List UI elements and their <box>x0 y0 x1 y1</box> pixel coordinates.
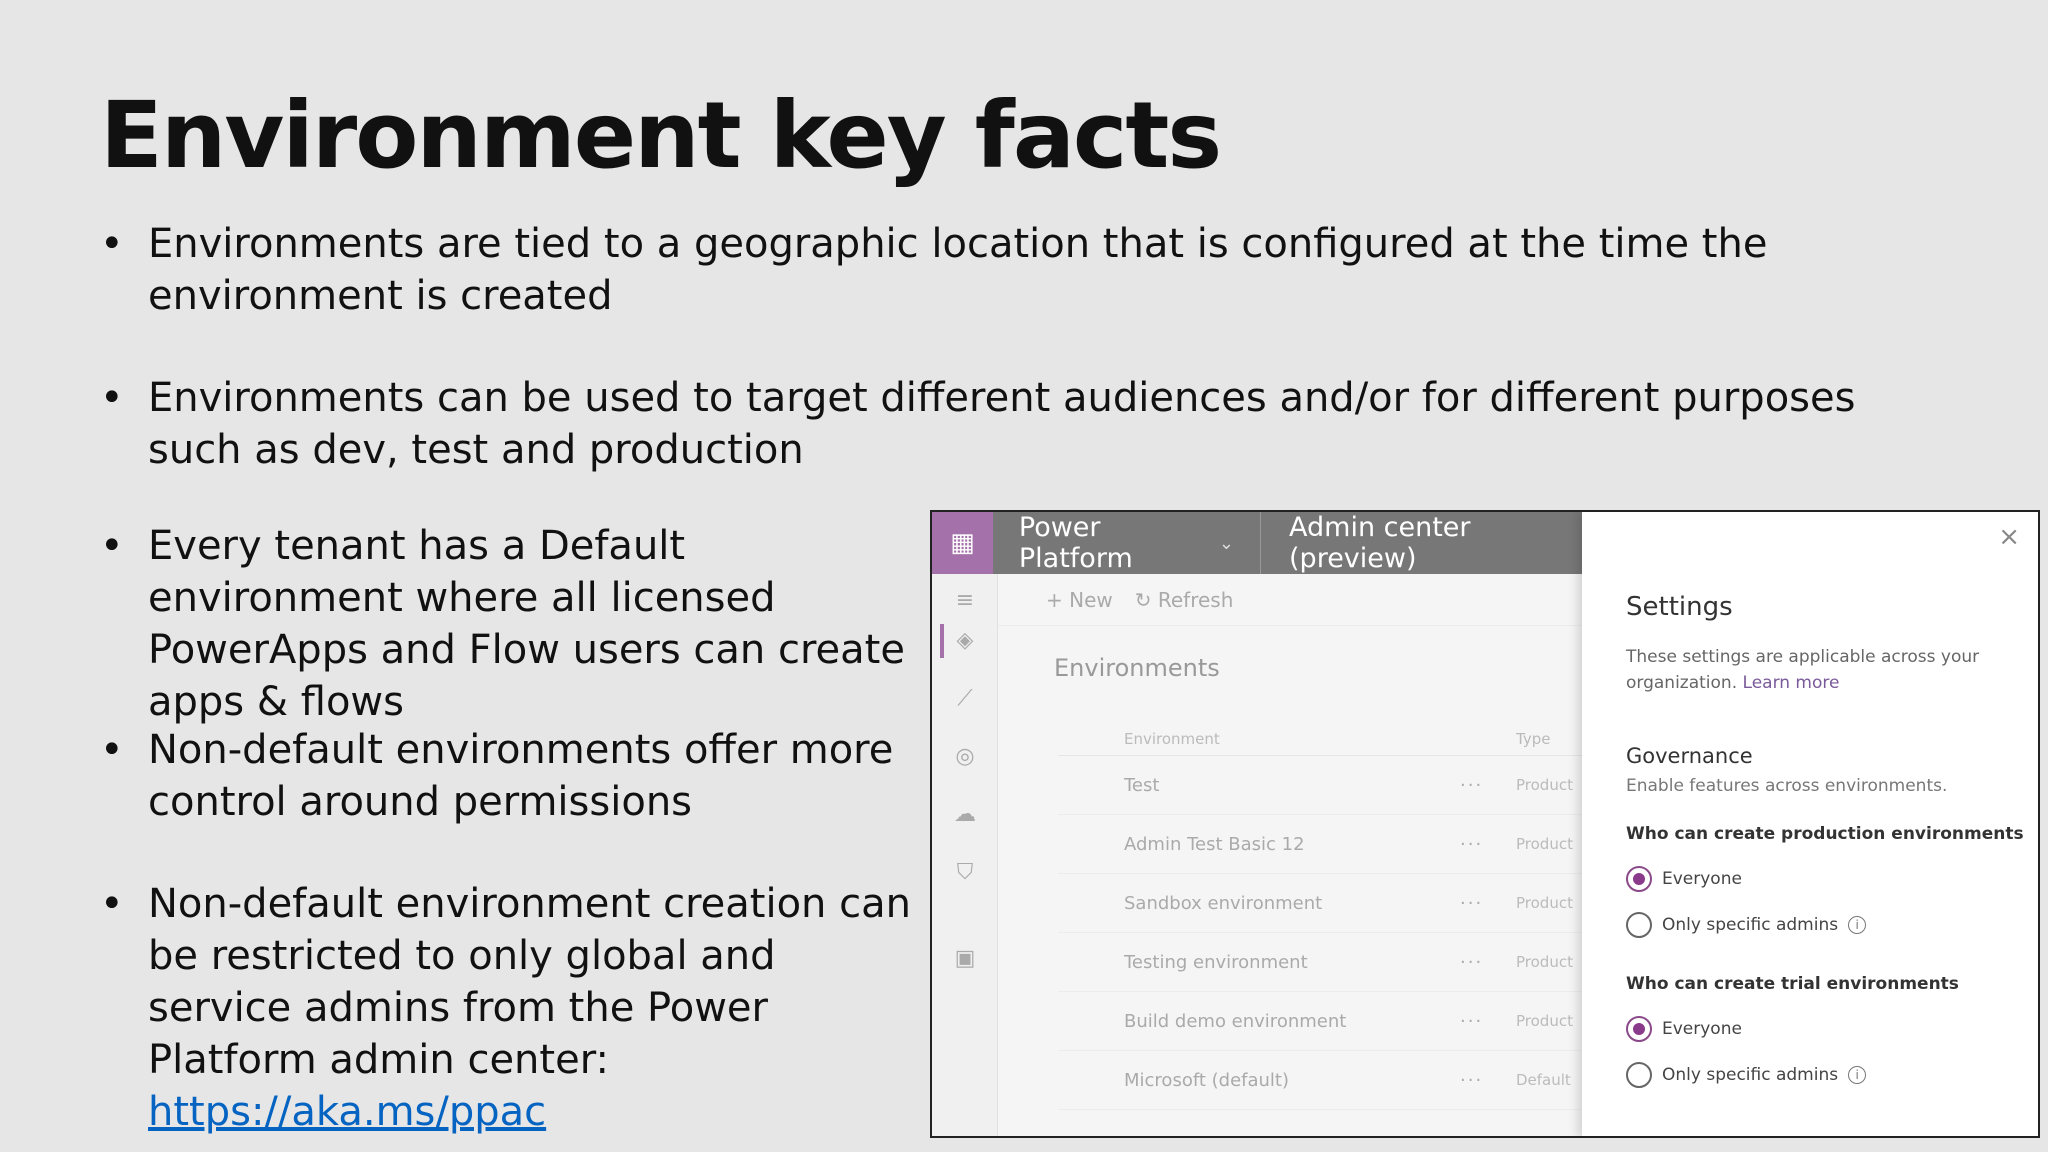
table-row[interactable]: Testing environment ··· Product <box>1058 933 1582 992</box>
settings-panel: × Settings These settings are applicable… <box>1582 512 2038 1136</box>
column-header-type[interactable]: Type <box>1516 730 1582 748</box>
bullet-text: Non-default environment creation can be … <box>148 881 911 1083</box>
bullet-item: • Environments can be used to target dif… <box>96 372 1956 476</box>
top-bar: ▦ Power Platform ⌄ Admin center (preview… <box>932 512 1582 574</box>
slide-title: Environment key facts <box>100 82 1222 189</box>
env-name[interactable]: Sandbox environment <box>1124 893 1460 914</box>
brand-label: Power Platform <box>1018 512 1133 574</box>
env-name[interactable]: Admin Test Basic 12 <box>1124 834 1460 855</box>
layers-icon[interactable]: ◈ <box>932 628 998 653</box>
env-type: Product <box>1516 953 1573 971</box>
radio-prod-admins[interactable]: Only specific admins i <box>1626 912 1867 938</box>
table-row[interactable]: Admin Test Basic 12 ··· Product <box>1058 815 1582 874</box>
learn-more-link[interactable]: Learn more <box>1743 673 1840 693</box>
bullet-dot: • <box>100 221 124 267</box>
radio-label: Everyone <box>1662 869 1742 889</box>
table-row[interactable]: Test ··· Product <box>1058 756 1582 815</box>
table-row[interactable]: Sandbox environment ··· Product <box>1058 874 1582 933</box>
radio-selected-icon <box>1626 1016 1652 1042</box>
ppac-link[interactable]: https://aka.ms/ppac <box>148 1089 546 1135</box>
table-header: Environment Type <box>1058 722 1582 756</box>
environments-pane: + New ↻ Refresh Environments Environment… <box>998 574 1582 1136</box>
help-icon[interactable]: ◎ <box>932 744 998 769</box>
more-options-icon[interactable]: ··· <box>1460 775 1516 796</box>
env-type: Default <box>1516 1071 1571 1089</box>
left-nav: ≡ ◈ ⟋ ◎ ☁ ⛉ ▣ <box>932 574 998 1136</box>
bullet-text: Non-default environments offer more cont… <box>148 727 894 825</box>
refresh-button[interactable]: ↻ Refresh <box>1135 588 1234 612</box>
more-options-icon[interactable]: ··· <box>1460 893 1516 914</box>
analytics-icon[interactable]: ⟋ <box>932 686 998 711</box>
radio-label: Only specific admins <box>1662 915 1839 935</box>
more-options-icon[interactable]: ··· <box>1460 952 1516 973</box>
bullet-text: Environments can be used to target diffe… <box>148 375 1856 473</box>
refresh-icon: ↻ <box>1134 587 1152 612</box>
bullet-dot: • <box>100 523 124 569</box>
radio-label: Only specific admins <box>1662 1065 1839 1085</box>
close-icon[interactable]: × <box>1998 522 2020 552</box>
bullet-item: • Non-default environments offer more co… <box>96 724 916 828</box>
radio-trial-admins[interactable]: Only specific admins i <box>1626 1062 1867 1088</box>
admin-center-screenshot: ▦ Power Platform ⌄ Admin center (preview… <box>930 510 2040 1138</box>
bullet-dot: • <box>100 881 124 927</box>
shield-icon[interactable]: ⛉ <box>932 860 998 885</box>
apps-icon[interactable]: ▣ <box>932 946 998 971</box>
radio-unselected-icon <box>1626 1062 1652 1088</box>
info-icon[interactable]: i <box>1848 1066 1867 1084</box>
new-button[interactable]: + New <box>1046 588 1113 612</box>
more-options-icon[interactable]: ··· <box>1460 1070 1516 1091</box>
radio-label: Everyone <box>1662 1019 1742 1039</box>
chevron-down-icon: ⌄ <box>1218 532 1235 554</box>
environments-table: Environment Type Test ··· Product Admin … <box>1058 722 1582 1110</box>
radio-selected-icon <box>1626 866 1652 892</box>
bullet-dot: • <box>100 727 124 773</box>
governance-heading: Governance <box>1626 744 1753 768</box>
plus-icon: + <box>1046 587 1063 612</box>
trial-question: Who can create trial environments <box>1626 974 1959 994</box>
app-launcher-icon[interactable]: ▦ <box>932 512 993 574</box>
env-name[interactable]: Microsoft (default) <box>1124 1070 1460 1091</box>
more-options-icon[interactable]: ··· <box>1460 1011 1516 1032</box>
page-title: Environments <box>1054 654 1220 682</box>
admin-center-title: Admin center (preview) <box>1289 512 1471 574</box>
env-type: Product <box>1516 894 1573 912</box>
bullet-item: • Non-default environment creation can b… <box>96 878 916 1138</box>
settings-description: These settings are applicable across you… <box>1626 644 2006 696</box>
governance-subtitle: Enable features across environments. <box>1626 776 1948 796</box>
radio-trial-everyone[interactable]: Everyone <box>1626 1016 1742 1042</box>
settings-title: Settings <box>1626 592 1733 622</box>
table-row[interactable]: Build demo environment ··· Product <box>1058 992 1582 1051</box>
brand-switcher[interactable]: Power Platform ⌄ <box>993 512 1262 574</box>
more-options-icon[interactable]: ··· <box>1460 834 1516 855</box>
env-name[interactable]: Build demo environment <box>1124 1011 1460 1032</box>
refresh-label: Refresh <box>1157 587 1234 612</box>
production-question: Who can create production environments <box>1626 824 2024 844</box>
radio-prod-everyone[interactable]: Everyone <box>1626 866 1742 892</box>
hamburger-icon[interactable]: ≡ <box>932 588 998 613</box>
column-header-environment[interactable]: Environment <box>1124 730 1460 748</box>
cloud-icon[interactable]: ☁ <box>932 802 998 827</box>
bullet-text: Every tenant has a Default environment w… <box>148 523 905 725</box>
bullet-text-with-link: Non-default environment creation can be … <box>148 878 916 1138</box>
table-row[interactable]: Microsoft (default) ··· Default <box>1058 1051 1582 1110</box>
new-label: New <box>1069 587 1113 612</box>
bullet-item: • Environments are tied to a geographic … <box>96 218 1956 322</box>
command-bar: + New ↻ Refresh <box>998 574 1582 626</box>
env-type: Product <box>1516 1012 1573 1030</box>
env-name[interactable]: Testing environment <box>1124 952 1460 973</box>
bullet-item: • Every tenant has a Default environment… <box>96 520 916 728</box>
radio-unselected-icon <box>1626 912 1652 938</box>
env-type: Product <box>1516 776 1573 794</box>
bullet-text: Environments are tied to a geographic lo… <box>148 221 1768 319</box>
env-name[interactable]: Test <box>1124 775 1460 796</box>
env-type: Product <box>1516 835 1573 853</box>
info-icon[interactable]: i <box>1848 916 1867 934</box>
bullet-dot: • <box>100 375 124 421</box>
